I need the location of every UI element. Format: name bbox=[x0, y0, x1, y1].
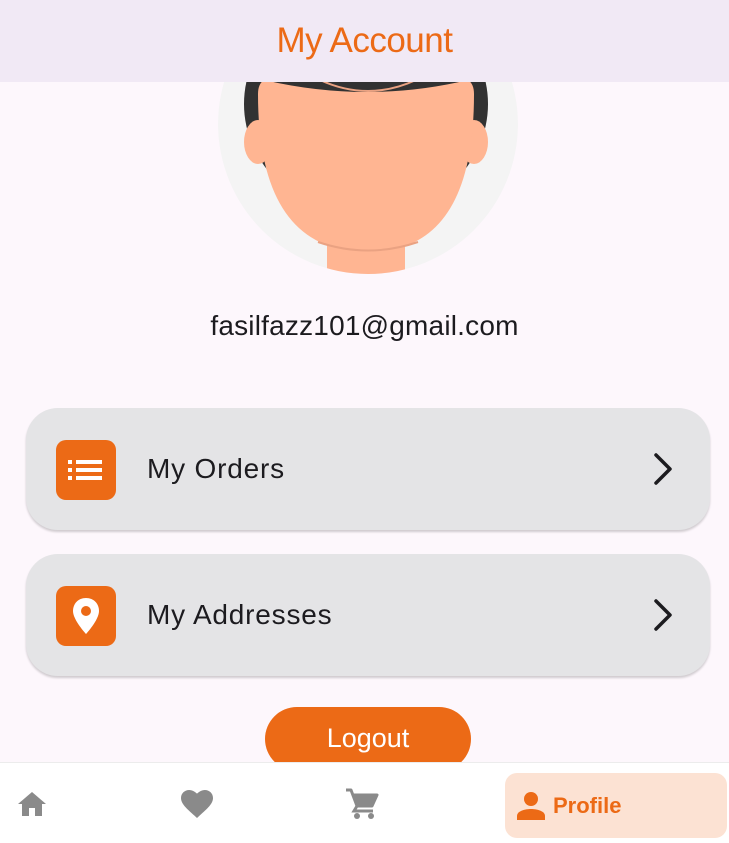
page-title-text: My Account bbox=[276, 21, 453, 60]
person-icon bbox=[517, 792, 545, 820]
my-orders-label: My Orders bbox=[147, 453, 285, 484]
cart-icon bbox=[346, 788, 379, 819]
nav-home[interactable] bbox=[0, 763, 64, 843]
bottom-nav-bar: Profile bbox=[0, 762, 729, 843]
home-icon bbox=[18, 791, 46, 816]
my-addresses-button[interactable]: My Addresses bbox=[26, 554, 710, 676]
heart-icon bbox=[181, 789, 213, 818]
chevron-right-icon bbox=[654, 599, 672, 631]
list-icon bbox=[56, 440, 116, 500]
nav-cart[interactable] bbox=[330, 763, 394, 843]
my-orders-button[interactable]: My Orders bbox=[26, 408, 710, 530]
nav-favorites[interactable] bbox=[165, 763, 229, 843]
app-bar-overlay: My Account bbox=[0, 0, 729, 82]
location-pin-icon bbox=[56, 586, 116, 646]
nav-profile-label: Profile bbox=[553, 792, 622, 818]
user-email: fasilfazz101@gmail.com bbox=[210, 310, 519, 341]
nav-profile[interactable]: Profile bbox=[505, 773, 727, 838]
chevron-right-icon bbox=[654, 453, 672, 485]
my-addresses-label: My Addresses bbox=[147, 599, 333, 630]
